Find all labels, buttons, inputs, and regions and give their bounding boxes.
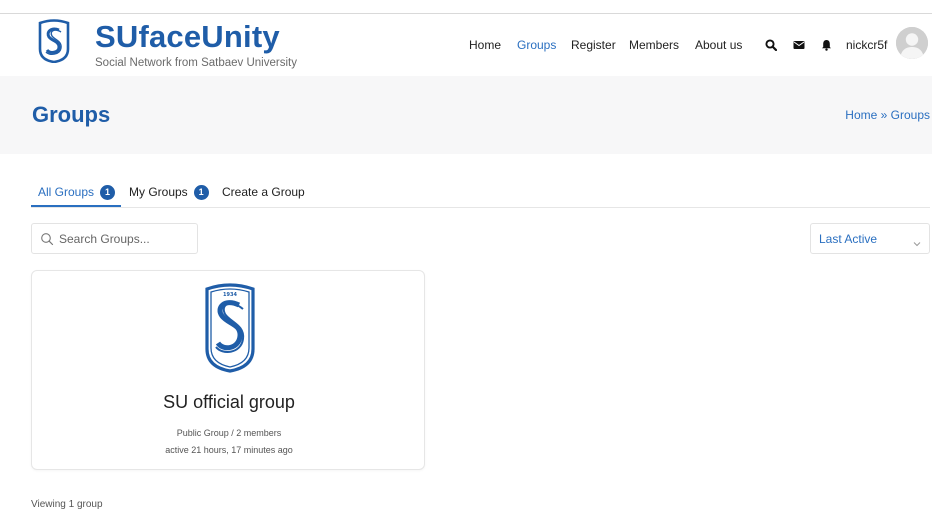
group-card[interactable]: 1934 SU official group Public Group / 2 … bbox=[31, 270, 425, 470]
tab-all-groups-label: All Groups bbox=[38, 185, 95, 199]
nav-groups[interactable]: Groups bbox=[517, 37, 556, 53]
tab-my-groups-label: My Groups bbox=[129, 185, 188, 199]
group-avatar[interactable]: 1934 bbox=[203, 283, 257, 373]
tab-create-group-label: Create a Group bbox=[222, 185, 305, 199]
nav-home[interactable]: Home bbox=[469, 37, 501, 53]
avatar-placeholder-icon bbox=[896, 27, 928, 59]
group-search bbox=[31, 223, 198, 254]
tab-all-groups[interactable]: All Groups 1 bbox=[38, 184, 116, 200]
group-type-members: Public Group / 2 members bbox=[176, 428, 282, 438]
all-groups-count-badge: 1 bbox=[100, 184, 116, 200]
breadcrumb[interactable]: Home » Groups bbox=[845, 107, 930, 123]
page-title-band: Groups Home » Groups bbox=[0, 76, 932, 154]
satbaev-logo-icon bbox=[38, 19, 70, 64]
search-icon[interactable] bbox=[764, 37, 778, 53]
bell-icon[interactable] bbox=[819, 37, 833, 53]
active-tab-indicator bbox=[31, 205, 121, 207]
page-title: Groups bbox=[32, 102, 111, 127]
site-title[interactable]: SUfaceUnity bbox=[95, 20, 280, 54]
site-tagline: Social Network from Satbaev University bbox=[95, 57, 297, 69]
envelope-icon[interactable] bbox=[792, 37, 806, 53]
site-logo[interactable] bbox=[37, 19, 71, 64]
nav-register[interactable]: Register bbox=[571, 37, 616, 53]
search-groups-input[interactable] bbox=[59, 229, 194, 249]
tab-my-groups[interactable]: My Groups 1 bbox=[129, 184, 209, 200]
site-header: SUfaceUnity Social Network from Satbaev … bbox=[0, 14, 932, 76]
chevron-down-icon bbox=[913, 235, 921, 247]
my-groups-count-badge: 1 bbox=[193, 184, 209, 200]
nav-members[interactable]: Members bbox=[629, 37, 679, 53]
user-avatar[interactable] bbox=[896, 27, 928, 59]
sort-select[interactable]: Last Active bbox=[810, 223, 930, 254]
group-tabs: All Groups 1 My Groups 1 Create a Group bbox=[31, 178, 930, 208]
emblem-year: 1934 bbox=[223, 292, 237, 298]
group-name[interactable]: SU official group bbox=[32, 391, 426, 413]
nav-about-us[interactable]: About us bbox=[695, 37, 742, 53]
tab-create-group[interactable]: Create a Group bbox=[222, 184, 305, 200]
sort-selected-value: Last Active bbox=[819, 232, 878, 246]
satbaev-emblem-icon: 1934 bbox=[205, 283, 255, 373]
user-name[interactable]: nickcr5f bbox=[846, 37, 887, 53]
group-last-active: active 21 hours, 17 minutes ago bbox=[165, 445, 293, 455]
pagination-count: Viewing 1 group bbox=[31, 499, 103, 510]
search-field-icon bbox=[40, 232, 54, 246]
